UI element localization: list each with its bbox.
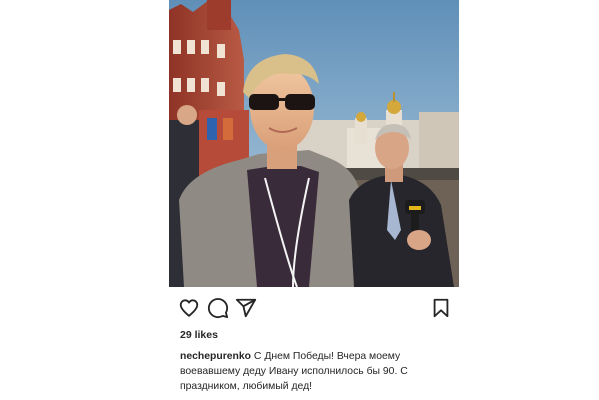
heart-icon[interactable] <box>178 297 200 319</box>
post-photo[interactable] <box>169 0 459 287</box>
post-caption: nechepurenko С Днем Победы! Вчера моему … <box>180 349 452 394</box>
likes-count[interactable]: 29 likes <box>180 329 218 341</box>
caption-username[interactable]: nechepurenko <box>180 351 251 362</box>
post-actions-bar <box>169 287 459 327</box>
bookmark-icon[interactable] <box>430 297 452 319</box>
instagram-post: 29 likes nechepurenko С Днем Победы! Вче… <box>169 0 459 400</box>
paper-plane-icon[interactable] <box>235 297 257 319</box>
comment-icon[interactable] <box>207 297 229 319</box>
